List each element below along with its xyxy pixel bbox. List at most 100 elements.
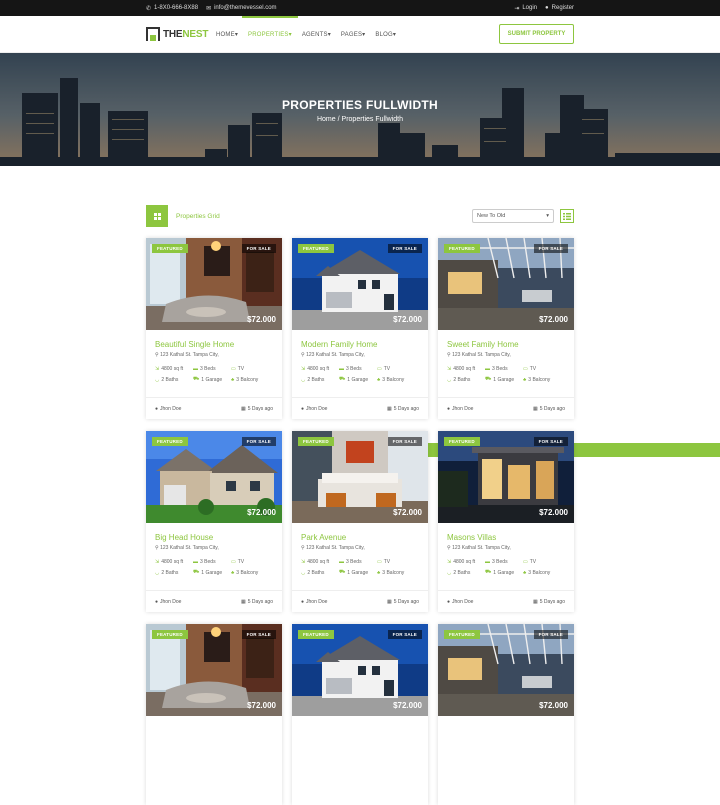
property-image[interactable]: FEATURED FOR SALE $72.000: [438, 238, 574, 330]
area-text: 4800 sq ft: [161, 366, 184, 372]
tv-icon: ▭: [231, 366, 236, 372]
breadcrumb-current: Properties Fullwidth: [341, 116, 403, 123]
bath-icon: ◡: [155, 569, 160, 576]
register-link[interactable]: ● Register: [545, 5, 574, 11]
nav-item-agents[interactable]: AGENTS▾: [302, 17, 331, 52]
property-card[interactable]: FEATURED FOR SALE $72.000 Beautiful Sing…: [146, 238, 282, 419]
beds-text: 3 Beds: [492, 559, 508, 565]
tv-icon: ▭: [231, 559, 236, 565]
area-icon: ⇲: [301, 366, 306, 372]
site-logo[interactable]: THENEST: [146, 27, 214, 41]
property-image[interactable]: FEATURED FOR SALE $72.000: [146, 624, 282, 716]
feature-balcony: ♣ 3 Balcony: [231, 569, 269, 576]
nav-item-pages[interactable]: PAGES▾: [341, 17, 365, 52]
post-date: ▦ 5 Days ago: [387, 406, 419, 412]
for-sale-badge: FOR SALE: [533, 437, 568, 446]
bed-icon: ▬: [193, 366, 198, 372]
agent-link[interactable]: ● Jhon Doe: [155, 599, 181, 605]
feature-baths: ◡ 2 Baths: [155, 376, 193, 383]
property-card[interactable]: FEATURED FOR SALE $72.000: [146, 624, 282, 805]
property-image[interactable]: FEATURED FOR SALE $72.000: [146, 238, 282, 330]
agent-link[interactable]: ● Jhon Doe: [447, 599, 473, 605]
property-price: $72.000: [539, 701, 568, 710]
property-price: $72.000: [539, 315, 568, 324]
user-icon: ●: [155, 405, 159, 412]
property-card[interactable]: FEATURED FOR SALE $72.000 Big Head House…: [146, 431, 282, 612]
feature-garage: ⛟ 1 Garage: [485, 376, 523, 383]
agent-name: Jhon Doe: [452, 405, 474, 412]
nav-item-home[interactable]: HOME▾: [216, 17, 238, 52]
area-text: 4800 sq ft: [161, 559, 184, 565]
balcony-icon: ♣: [231, 376, 235, 383]
breadcrumb-home[interactable]: Home: [317, 116, 336, 123]
area-text: 4800 sq ft: [307, 559, 330, 565]
feature-baths: ◡ 2 Baths: [447, 376, 485, 383]
property-image[interactable]: FEATURED FOR SALE $72.000: [438, 431, 574, 523]
property-card[interactable]: FEATURED FOR SALE $72.000 Modern Family …: [292, 238, 428, 419]
agent-link[interactable]: ● Jhon Doe: [301, 599, 327, 605]
feature-balcony: ♣ 3 Balcony: [523, 569, 561, 576]
feature-tv: ▭ TV: [377, 366, 415, 372]
featured-badge: FEATURED: [298, 630, 334, 639]
post-date: ▦ 5 Days ago: [533, 406, 565, 412]
post-date: ▦ 5 Days ago: [241, 406, 273, 412]
property-image[interactable]: FEATURED FOR SALE $72.000: [146, 431, 282, 523]
featured-badge: FEATURED: [444, 630, 480, 639]
property-title[interactable]: Masons Villas: [447, 533, 565, 542]
feature-baths: ◡ 2 Baths: [155, 569, 193, 576]
bed-icon: ▬: [339, 559, 344, 565]
login-link[interactable]: ⇥ Login: [514, 5, 537, 12]
bath-icon: ◡: [155, 376, 160, 383]
property-image[interactable]: FEATURED FOR SALE $72.000: [438, 624, 574, 716]
balcony-icon: ♣: [523, 569, 527, 576]
for-sale-badge: FOR SALE: [533, 244, 568, 253]
bed-icon: ▬: [193, 559, 198, 565]
phone-contact[interactable]: ✆ 1-8X0-666-8X88: [146, 5, 198, 12]
property-image[interactable]: FEATURED FOR SALE $72.000: [292, 624, 428, 716]
bath-icon: ◡: [447, 376, 452, 383]
baths-text: 2 Baths: [161, 376, 179, 383]
for-sale-badge: FOR SALE: [241, 437, 276, 446]
property-card[interactable]: FEATURED FOR SALE $72.000 Park Avenue ⚲ …: [292, 431, 428, 612]
property-card[interactable]: FEATURED FOR SALE $72.000: [438, 624, 574, 805]
envelope-icon: ✉: [206, 5, 212, 12]
agent-link[interactable]: ● Jhon Doe: [301, 406, 327, 412]
bath-icon: ◡: [301, 376, 306, 383]
property-title[interactable]: Park Avenue: [301, 533, 419, 542]
property-title[interactable]: Big Head House: [155, 533, 273, 542]
breadcrumb: Home / Properties Fullwidth: [0, 116, 720, 123]
feature-baths: ◡ 2 Baths: [447, 569, 485, 576]
sort-select[interactable]: New To Old ▾: [472, 209, 554, 223]
property-image[interactable]: FEATURED FOR SALE $72.000: [292, 238, 428, 330]
beds-text: 3 Beds: [492, 366, 508, 372]
email-contact[interactable]: ✉ info@themevessel.com: [206, 5, 276, 12]
property-card[interactable]: FEATURED FOR SALE $72.000: [292, 624, 428, 805]
feature-balcony: ♣ 3 Balcony: [523, 376, 561, 383]
nav-item-blog[interactable]: BLOG▾: [375, 17, 396, 52]
feature-garage: ⛟ 1 Garage: [339, 569, 377, 576]
nav-item-label: HOME: [216, 31, 235, 38]
property-card[interactable]: FEATURED FOR SALE $72.000 Masons Villas …: [438, 431, 574, 612]
area-icon: ⇲: [155, 366, 160, 372]
nav-item-properties[interactable]: PROPERTIES▾: [242, 15, 298, 52]
card-footer: ● Jhon Doe ▦ 5 Days ago: [146, 397, 282, 419]
page-title: PROPERTIES FULLWIDTH: [282, 98, 438, 112]
bed-icon: ▬: [339, 366, 344, 372]
property-title[interactable]: Modern Family Home: [301, 340, 419, 349]
submit-property-button[interactable]: SUBMIT PROPERTY: [499, 24, 574, 44]
list-view-button[interactable]: [560, 209, 574, 223]
property-image[interactable]: FEATURED FOR SALE $72.000: [292, 431, 428, 523]
property-title[interactable]: Sweet Family Home: [447, 340, 565, 349]
nav-item-label: AGENTS: [301, 31, 328, 38]
feature-beds: ▬ 3 Beds: [485, 559, 523, 565]
property-card[interactable]: FEATURED FOR SALE $72.000 Sweet Family H…: [438, 238, 574, 419]
user-icon: ●: [545, 5, 549, 11]
nav-item-label: BLOG: [375, 31, 393, 38]
property-title[interactable]: Beautiful Single Home: [155, 340, 273, 349]
agent-name: Jhon Doe: [452, 598, 474, 605]
chevron-down-icon: ▾: [234, 31, 239, 38]
agent-link[interactable]: ● Jhon Doe: [155, 406, 181, 412]
area-text: 4800 sq ft: [453, 559, 476, 565]
agent-link[interactable]: ● Jhon Doe: [447, 406, 473, 412]
car-icon: ⛟: [193, 569, 200, 575]
